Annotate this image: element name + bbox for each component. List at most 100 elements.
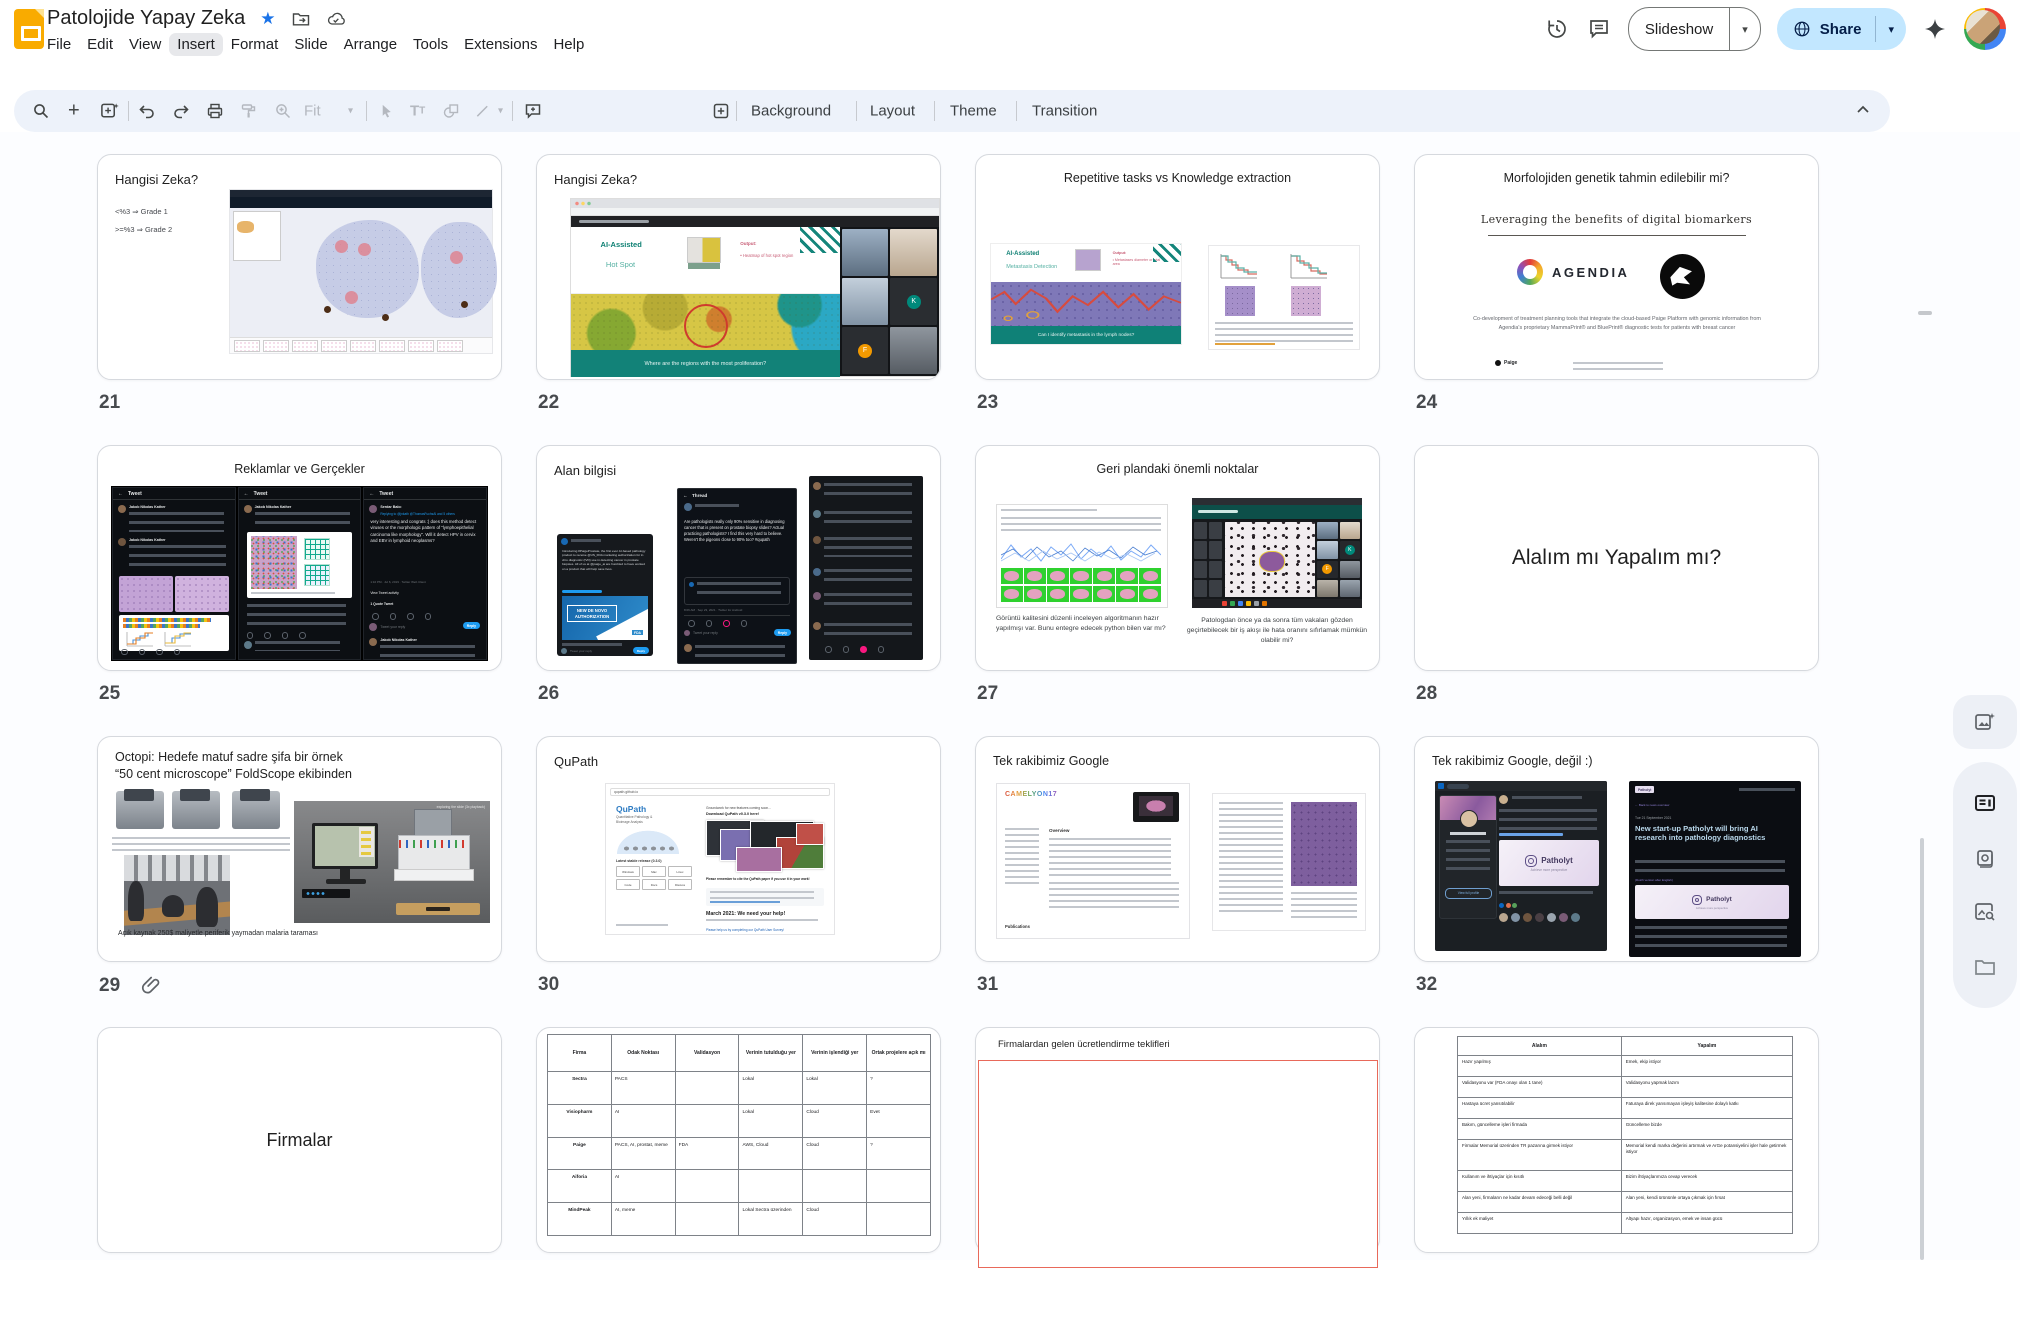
download-linux-button: Linux	[668, 866, 692, 877]
table-row: Hastaya ücret yansıtılabilirFaturaya dir…	[1458, 1098, 1793, 1119]
document-title[interactable]: Patolojide Yapay Zeka	[47, 7, 245, 30]
star-icon[interactable]: ★	[260, 9, 275, 29]
new-slide-icon[interactable]	[100, 102, 119, 121]
slide-title: Firmalar	[98, 1028, 501, 1252]
redo-icon[interactable]	[172, 102, 190, 120]
slide-thumbnail-30[interactable]: QuPath qupath.github.io QuPath Quantitat…	[536, 736, 941, 962]
share-dropdown[interactable]: ▾	[1875, 16, 1906, 41]
menu-edit[interactable]: Edit	[79, 33, 121, 56]
slide-thumbnail-36[interactable]: AlalımYapalımHazır yapılmışEmek, ekip is…	[1414, 1027, 1819, 1253]
slide-thumbnail-25[interactable]: Reklamlar ve Gerçekler Tweet Jakob Nikol…	[97, 445, 502, 671]
folder-icon[interactable]	[1972, 954, 1998, 980]
add-comment-icon[interactable]	[524, 102, 542, 120]
move-folder-icon[interactable]	[291, 9, 311, 29]
globe-icon	[1793, 20, 1811, 38]
photos-icon[interactable]	[1972, 845, 1998, 871]
review-call-screenshot: K F	[1192, 498, 1362, 608]
slide-title: Tek rakibimiz Google	[993, 754, 1109, 768]
slide-thumbnail-28[interactable]: Alalım mı Yapalım mı?	[1414, 445, 1819, 671]
slide-cell-25: Reklamlar ve Gerçekler Tweet Jakob Nikol…	[97, 445, 502, 736]
slide-number: 22	[538, 392, 559, 414]
slideshow-dropdown[interactable]: ▾	[1729, 8, 1760, 50]
histoqc-screenshot	[996, 504, 1168, 608]
slide-thumbnail-32[interactable]: Tek rakibimiz Google, değil :) View full…	[1414, 736, 1819, 962]
create-image-button[interactable]	[1953, 695, 2017, 749]
microscope-devices-image	[112, 787, 294, 833]
share-label: Share	[1820, 21, 1862, 38]
table-row: Firmalar Memorial üzerinden TR pazarına …	[1458, 1140, 1793, 1171]
slideshow-button[interactable]: Slideshow ▾	[1628, 7, 1761, 51]
slide-number: 28	[1416, 683, 1437, 705]
account-avatar[interactable]	[1964, 8, 2006, 50]
insert-placeholder-icon[interactable]	[712, 102, 730, 120]
templates-icon[interactable]	[1972, 790, 1998, 816]
table-cell	[739, 1170, 803, 1203]
table-cell: Cloud	[803, 1104, 867, 1137]
hide-menus-chevron[interactable]	[1854, 101, 1872, 119]
paint-format-icon[interactable]	[240, 102, 258, 120]
fit-zoom-select[interactable]: Fit	[304, 103, 321, 120]
table-cell: Paige	[548, 1137, 612, 1170]
menu-help[interactable]: Help	[545, 33, 592, 56]
paper-subtitle: Leveraging the benefits of digital bioma…	[1415, 213, 1818, 226]
layout-button[interactable]: Layout	[870, 103, 915, 120]
version-history-icon[interactable]	[1544, 16, 1570, 42]
shape-icon[interactable]	[442, 102, 460, 120]
menu-format[interactable]: Format	[223, 33, 287, 56]
image-search-icon[interactable]	[1972, 899, 1998, 925]
select-cursor-icon[interactable]	[378, 103, 395, 120]
slide-thumbnail-22[interactable]: Hangisi Zeka? AI-Assisted Hot Spot Outpu…	[536, 154, 941, 380]
menu-insert[interactable]: Insert	[169, 33, 223, 56]
vertical-scrollbar[interactable]	[1920, 838, 1924, 1260]
metastasis-slide-image: AI-Assisted Metastasis Detection Output:…	[990, 243, 1182, 345]
table-row: Kullanım ve ihtiyaçlar için kısıtlıBizim…	[1458, 1170, 1793, 1191]
zoom-in-plus-icon[interactable]: +	[68, 100, 80, 123]
menu-arrange[interactable]: Arrange	[336, 33, 405, 56]
toolbar-divider	[736, 101, 737, 121]
fit-dropdown-caret[interactable]: ▾	[344, 106, 353, 117]
paper-figure-image	[1208, 245, 1360, 350]
text-box-icon[interactable]: TT	[410, 103, 425, 120]
slide-thumbnail-31[interactable]: Tek rakibimiz Google CAMELYON17 Overview…	[975, 736, 1380, 962]
slide-thumbnail-21[interactable]: Hangisi Zeka? <%3 ⇒ Grade 1 >=%3 ⇒ Grade…	[97, 154, 502, 380]
menu-tools[interactable]: Tools	[405, 33, 456, 56]
slide-thumbnail-26[interactable]: Alan bilgisi Introducing #PaigeProstate,…	[536, 445, 941, 671]
slide-title: Alalım mı Yapalım mı?	[1415, 446, 1818, 670]
line-dropdown-caret[interactable]: ▾	[494, 106, 503, 117]
print-icon[interactable]	[206, 102, 224, 120]
comments-icon[interactable]	[1586, 16, 1612, 42]
table-cell: Memorial kendi marka değerini artırmak v…	[1621, 1140, 1792, 1171]
table-cell: AI	[611, 1170, 675, 1203]
slide-thumbnail-27[interactable]: Geri plandaki önemli noktalar Görüntü ka…	[975, 445, 1380, 671]
table-cell: Sectra	[548, 1072, 612, 1105]
slide-title: Hangisi Zeka?	[554, 172, 637, 187]
table-cell: Altyapı hazır, organizasyon, emek ve ins…	[1621, 1212, 1792, 1233]
partnership-text: Co-development of treatment planning too…	[1471, 315, 1763, 334]
undo-icon[interactable]	[138, 102, 156, 120]
slide-thumbnail-24[interactable]: Morfolojiden genetik tahmin edilebilir m…	[1414, 154, 1819, 380]
share-button[interactable]: Share ▾	[1777, 8, 1906, 50]
menu-file[interactable]: File	[39, 33, 79, 56]
menu-slide[interactable]: Slide	[286, 33, 335, 56]
slide-thumbnail-23[interactable]: Repetitive tasks vs Knowledge extraction…	[975, 154, 1380, 380]
table-cell: Firmalar Memorial üzerinden TR pazarına …	[1458, 1140, 1622, 1171]
table-cell: Alan yeni, firmaların ne kadar devam ede…	[1458, 1191, 1622, 1212]
theme-button[interactable]: Theme	[950, 103, 997, 120]
slide-thumbnail-34[interactable]: FirmaOdak NoktasıValidasyonVerinin tutul…	[536, 1027, 941, 1253]
table-row: Validasyonu var (FDA onayı olan 1 tane)V…	[1458, 1077, 1793, 1098]
menu-extensions[interactable]: Extensions	[456, 33, 545, 56]
slide-number: 26	[538, 683, 559, 705]
slide-thumbnail-29[interactable]: Octopi: Hedefe matuf sadre şifa bir örne…	[97, 736, 502, 962]
gemini-sparkle-icon[interactable]	[1922, 16, 1948, 42]
background-button[interactable]: Background	[751, 103, 831, 120]
slide-thumbnail-35[interactable]: Firmalardan gelen ücretlendirme teklifle…	[975, 1027, 1380, 1253]
zoom-icon[interactable]	[274, 102, 292, 120]
toolbar: + Fit ▾ TT ▾ Background Layout Theme Tra…	[14, 90, 1890, 132]
transition-button[interactable]: Transition	[1032, 103, 1097, 120]
search-menus-icon[interactable]	[32, 102, 50, 120]
line-tool-icon[interactable]	[474, 103, 491, 120]
cloud-saved-icon[interactable]	[326, 9, 346, 29]
slide-number: 23	[977, 392, 998, 414]
menu-view[interactable]: View	[121, 33, 169, 56]
slide-thumbnail-33[interactable]: Firmalar	[97, 1027, 502, 1253]
